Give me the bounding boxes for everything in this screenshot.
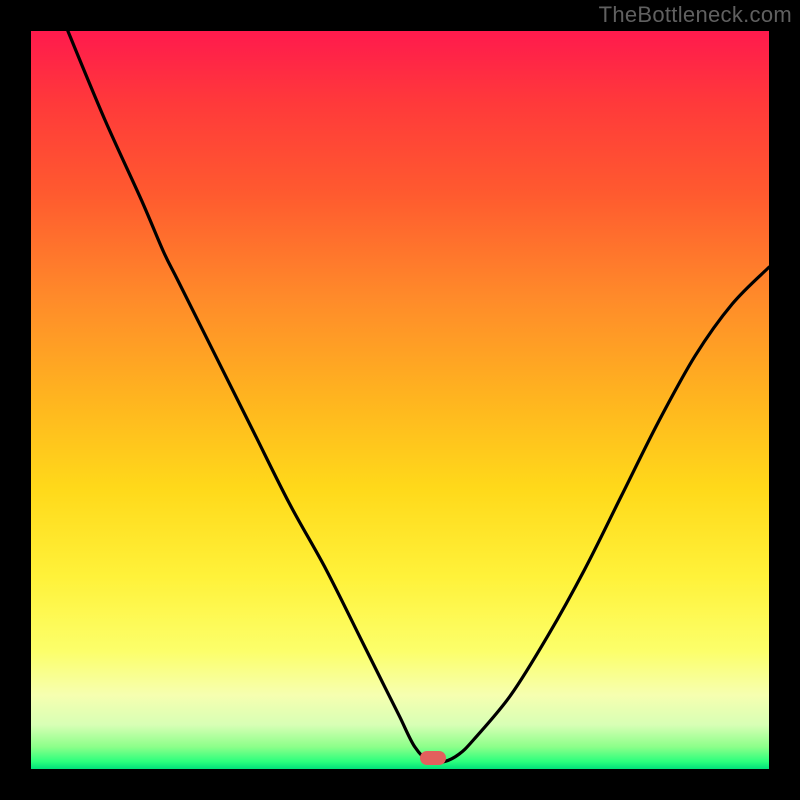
bottleneck-curve — [31, 31, 769, 769]
curve-path — [68, 31, 769, 763]
plot-area — [31, 31, 769, 769]
optimal-point-marker — [420, 751, 446, 765]
chart-frame: TheBottleneck.com — [0, 0, 800, 800]
watermark-text: TheBottleneck.com — [599, 2, 792, 28]
